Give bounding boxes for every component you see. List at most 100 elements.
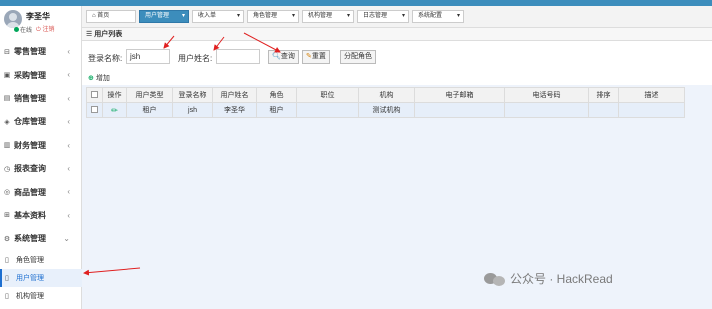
column-header: 机构 (358, 87, 415, 103)
column-header: 电话号码 (504, 87, 589, 103)
list-icon: ☰ (86, 31, 95, 38)
user-name: 李圣华 (26, 12, 50, 21)
column-header: 角色 (256, 87, 297, 103)
login-name-label: 登录名称: (88, 54, 123, 63)
login-name-input[interactable]: jsh (126, 49, 170, 64)
checkbox[interactable] (91, 105, 98, 113)
tag-icon: ◎ (3, 189, 11, 197)
column-header: 描述 (618, 87, 685, 103)
table-cell: 租户 (256, 102, 297, 118)
chevron-left-icon: ‹ (67, 187, 70, 197)
query-button[interactable]: 🔍︎查询 (268, 50, 299, 64)
column-header: 操作 (102, 87, 127, 103)
table-cell: jsh (172, 102, 213, 118)
wechat-icon (484, 272, 506, 286)
sidebar: 李圣华 在线 ⏻ 注销 ⊟ 零售管理 ‹ ▣ 采购管理 ‹ ▤ 销售管理 ‹ ◈ 仓库管理 ‹ … (0, 6, 82, 309)
column-header: 排序 (588, 87, 619, 103)
doc-icon: ▯ (5, 292, 9, 300)
caret-down-icon: ▾ (346, 13, 350, 19)
table-header-row: 操作 用户类型 登录名称 用户姓名 角色 职位 机构 电子邮箱 电话号码 排序 … (86, 87, 685, 103)
table-cell: 测试机构 (358, 102, 415, 118)
chevron-left-icon: ‹ (67, 210, 70, 220)
tab-roles[interactable]: 角色管理 ▾ (247, 10, 299, 23)
table-row[interactable]: ✏ 租户 jsh 李圣华 租户 测试机构 (86, 102, 685, 118)
user-name-label: 用户姓名: (178, 54, 213, 63)
caret-down-icon: ▾ (401, 13, 405, 19)
table-cell (414, 102, 505, 118)
sidebar-item-finance[interactable]: ▥ 财务管理 ‹ (0, 134, 82, 157)
column-header: 职位 (296, 87, 359, 103)
select-all-checkbox-cell[interactable] (86, 87, 103, 103)
book-icon: ▥ (3, 142, 11, 150)
watermark: 公众号 · HackRead (484, 270, 613, 287)
tab-users[interactable]: 用户管理 ▾ (139, 10, 189, 23)
report-icon: ◷ (3, 165, 11, 173)
main-content: ☰ 用户列表 登录名称: jsh 用户姓名: 🔍︎查询 ✎重置 分配角色 ⊕ 增… (82, 28, 712, 309)
cart-icon: ⊟ (4, 48, 10, 56)
chevron-down-icon: ⌄ (63, 234, 70, 244)
table-cell: 租户 (126, 102, 173, 118)
assign-role-button[interactable]: 分配角色 (340, 50, 376, 64)
column-header: 电子邮箱 (414, 87, 505, 103)
sidebar-item-goods[interactable]: ◎ 商品管理 ‹ (0, 180, 82, 203)
search-icon: 🔍︎ (272, 53, 281, 60)
caret-down-icon: ▾ (291, 13, 295, 19)
sidebar-item-sales[interactable]: ▤ 销售管理 ‹ (0, 87, 82, 110)
caret-down-icon: ▾ (181, 13, 185, 19)
tab-home[interactable]: ⌂ 首页 (86, 10, 136, 23)
chevron-left-icon: ‹ (67, 93, 70, 103)
sidebar-item-basic[interactable]: ⊞ 基本资料 ‹ (0, 204, 82, 227)
tab-logs[interactable]: 日志管理 ▾ (357, 10, 409, 23)
table-cell (618, 102, 685, 118)
watermark-text: 公众号 · HackRead (510, 272, 613, 286)
chevron-left-icon: ‹ (67, 70, 70, 80)
pencil-icon[interactable]: ✏ (111, 106, 118, 115)
search-form: 登录名称: jsh 用户姓名: 🔍︎查询 ✎重置 分配角色 (82, 41, 712, 71)
tab-orgs[interactable]: 机构管理 ▾ (302, 10, 354, 23)
logout-link[interactable]: ⏻ 注销 (36, 24, 54, 34)
add-button[interactable]: ⊕ 增加 (88, 73, 110, 83)
table-cell (588, 102, 619, 118)
row-checkbox-cell[interactable] (86, 102, 103, 118)
table-cell: 李圣华 (212, 102, 257, 118)
tab-income[interactable]: 收入单 ▾ (192, 10, 244, 23)
column-header: 用户姓名 (212, 87, 257, 103)
sidebar-subitem-roles[interactable]: ▯ 角色管理 (0, 251, 82, 269)
chevron-left-icon: ‹ (67, 117, 70, 127)
user-panel: 李圣华 在线 ⏻ 注销 (0, 6, 82, 36)
table-cell (504, 102, 589, 118)
sidebar-item-warehouse[interactable]: ◈ 仓库管理 ‹ (0, 110, 82, 133)
panel-title: ☰ 用户列表 (82, 28, 712, 41)
doc-icon: ▯ (5, 274, 9, 282)
table-cell (296, 102, 359, 118)
chevron-left-icon: ‹ (67, 163, 70, 173)
toolbar: ⊕ 增加 (82, 71, 712, 85)
tab-bar: ⌂ 首页 用户管理 ▾ 收入单 ▾ 角色管理 ▾ 机构管理 ▾ 日志管理 ▾ 系统配置 ▾ (82, 6, 712, 28)
doc-icon: ▯ (5, 256, 9, 264)
sidebar-item-system[interactable]: ⚙ 系统管理 ⌄ (0, 227, 82, 250)
status-text: 在线 (20, 27, 33, 34)
reset-button[interactable]: ✎重置 (302, 50, 330, 64)
chevron-left-icon: ‹ (67, 47, 70, 56)
checkbox[interactable] (91, 90, 98, 98)
user-status: 在线 ⏻ 注销 (14, 24, 54, 34)
sidebar-item-reports[interactable]: ◷ 报表查询 ‹ (0, 157, 82, 180)
grid-icon: ⊞ (4, 212, 10, 220)
sidebar-subitem-users[interactable]: ▯ 用户管理 (0, 268, 82, 287)
chevron-left-icon: ‹ (67, 140, 70, 150)
sidebar-item-purchase[interactable]: ▣ 采购管理 ‹ (0, 63, 82, 86)
plus-icon: ⊕ (88, 75, 94, 82)
column-header: 登录名称 (172, 87, 213, 103)
edit-cell[interactable]: ✏ (102, 102, 127, 118)
caret-down-icon: ▾ (236, 13, 240, 19)
box-icon: ▣ (3, 72, 11, 80)
caret-down-icon: ▾ (456, 13, 460, 19)
tab-config[interactable]: 系统配置 ▾ (412, 10, 464, 23)
sidebar-item-retail[interactable]: ⊟ 零售管理 ‹ (0, 40, 82, 63)
warehouse-icon: ◈ (4, 118, 10, 126)
sidebar-subitem-orgs[interactable]: ▯ 机构管理 (0, 287, 82, 305)
gear-icon: ⚙ (3, 235, 11, 243)
chart-icon: ▤ (3, 95, 11, 103)
user-table: 操作 用户类型 登录名称 用户姓名 角色 职位 机构 电子邮箱 电话号码 排序 … (86, 87, 685, 118)
user-name-input[interactable] (216, 49, 260, 64)
